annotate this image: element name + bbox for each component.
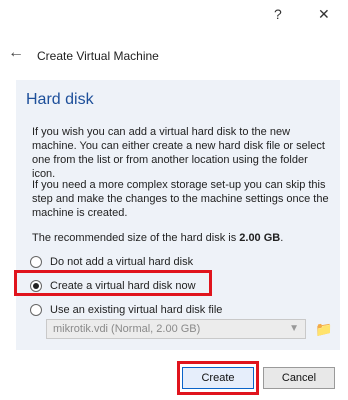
wizard-page: Hard disk If you wish you can add a virt…	[16, 80, 340, 350]
recommended-size-value: 2.00 GB	[239, 232, 281, 244]
close-button[interactable]: ✕	[318, 6, 330, 23]
help-button[interactable]: ?	[274, 6, 282, 22]
window-titlebar: ? ✕	[0, 0, 348, 34]
option-no-disk[interactable]: Do not add a virtual hard disk	[30, 253, 193, 271]
wizard-header: ← Create Virtual Machine	[0, 34, 348, 80]
info-paragraph-1: If you wish you can add a virtual hard d…	[32, 126, 325, 180]
folder-icon[interactable]: 📁	[314, 319, 334, 339]
recommended-size-suffix: .	[280, 232, 284, 244]
page-title: Hard disk	[26, 91, 94, 108]
radio-no-disk[interactable]	[30, 256, 42, 268]
existing-disk-select-value: mikrotik.vdi (Normal, 2.00 GB)	[53, 323, 201, 335]
cancel-button[interactable]: Cancel	[263, 367, 335, 389]
option-existing-disk-label: Use an existing virtual hard disk file	[50, 304, 223, 316]
option-existing-disk[interactable]: Use an existing virtual hard disk file	[30, 301, 222, 319]
chevron-down-icon: ▼	[289, 323, 299, 334]
recommended-size-prefix: The recommended size of the hard disk is	[32, 232, 240, 244]
info-paragraph-2: If you need a more complex storage set-u…	[32, 179, 329, 219]
create-button[interactable]: Create	[182, 367, 254, 389]
highlight-create-option	[14, 270, 212, 296]
existing-disk-select[interactable]: mikrotik.vdi (Normal, 2.00 GB) ▼	[46, 319, 306, 339]
recommended-size-text: The recommended size of the hard disk is…	[32, 231, 332, 245]
option-no-disk-label: Do not add a virtual hard disk	[50, 256, 194, 268]
dialog-footer: Create Cancel	[0, 350, 348, 400]
radio-existing-disk[interactable]	[30, 304, 42, 316]
wizard-title: Create Virtual Machine	[37, 49, 159, 63]
back-arrow-icon[interactable]: ←	[8, 44, 24, 62]
